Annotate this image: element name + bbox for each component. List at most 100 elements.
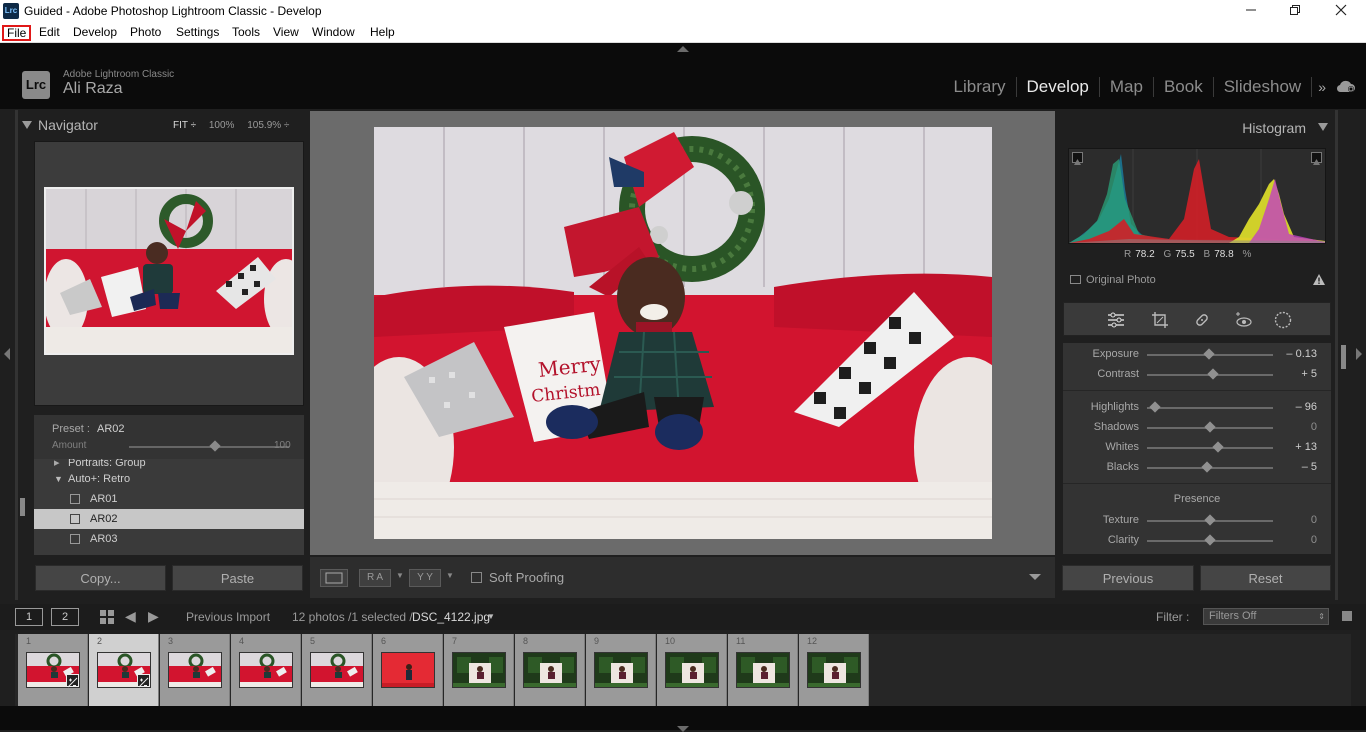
highlights-knob[interactable]	[1148, 401, 1161, 413]
blacks-slider-row[interactable]: Blacks – 5	[1063, 458, 1331, 476]
highlights-slider[interactable]	[1147, 401, 1273, 413]
menu-view[interactable]: View	[270, 25, 302, 41]
bottom-panel-toggle[interactable]	[0, 706, 1366, 732]
thumbnail-image[interactable]	[807, 652, 861, 688]
top-panel-toggle[interactable]	[0, 43, 1366, 57]
module-library[interactable]: Library	[944, 77, 1017, 97]
reset-button[interactable]: Reset	[1200, 565, 1331, 591]
zoom-100[interactable]: 100%	[209, 120, 235, 131]
menu-photo[interactable]: Photo	[127, 25, 164, 41]
shadows-slider[interactable]	[1147, 421, 1273, 433]
filmstrip-thumbnail[interactable]: 9	[586, 634, 656, 706]
right-panel-toggle-icon[interactable]	[1356, 348, 1362, 360]
preset-item-ar02[interactable]: AR02	[34, 509, 304, 529]
preset-group-retro[interactable]: ▼ Auto+: Retro	[34, 469, 304, 489]
warning-icon[interactable]	[1312, 273, 1326, 286]
menu-edit[interactable]: Edit	[36, 25, 63, 41]
preset-item-ar03[interactable]: AR03	[34, 529, 304, 549]
thumbnail-image[interactable]	[523, 652, 577, 688]
thumbnail-image[interactable]	[239, 652, 293, 688]
exposure-knob[interactable]	[1203, 348, 1215, 360]
previous-button[interactable]: Previous	[1062, 565, 1194, 591]
filmstrip-thumbnail[interactable]: 10	[657, 634, 727, 706]
menu-settings[interactable]: Settings	[173, 25, 222, 41]
zoom-fit[interactable]: FIT ÷	[173, 120, 196, 131]
filmstrip-thumbnail[interactable]: 7	[444, 634, 514, 706]
edit-sliders-icon[interactable]	[1107, 311, 1125, 329]
main-screen-button[interactable]: 1	[15, 608, 43, 626]
paste-button[interactable]: Paste	[172, 565, 303, 591]
chevron-down-icon[interactable]: ▼	[396, 571, 404, 580]
exposure-slider-row[interactable]: Exposure – 0.13	[1063, 345, 1331, 363]
menu-file[interactable]: File	[2, 25, 32, 41]
shadows-slider-row[interactable]: Shadows 0	[1063, 418, 1331, 436]
menu-tools[interactable]: Tools	[229, 25, 263, 41]
filter-switch-icon[interactable]	[1342, 611, 1352, 621]
restore-icon[interactable]	[1272, 0, 1318, 22]
left-scrollbar-thumb[interactable]	[20, 498, 25, 516]
before-after-button[interactable]: R A	[359, 569, 391, 587]
zoom-custom[interactable]: 105.9% ÷	[247, 120, 289, 131]
shadows-knob[interactable]	[1204, 421, 1216, 433]
red-eye-icon[interactable]	[1235, 311, 1253, 329]
original-photo-toggle[interactable]: Original Photo	[1070, 274, 1156, 286]
texture-slider-row[interactable]: Texture 0	[1063, 511, 1331, 529]
thumbnail-image[interactable]	[310, 652, 364, 688]
current-filename[interactable]: DSC_4122.jpg	[412, 610, 490, 624]
blacks-slider[interactable]	[1147, 461, 1273, 473]
texture-knob[interactable]	[1204, 514, 1216, 526]
thumbnail-image[interactable]	[168, 652, 222, 688]
module-map[interactable]: Map	[1100, 77, 1154, 97]
filter-dropdown[interactable]: Filters Off ⇕	[1203, 608, 1329, 625]
menu-help[interactable]: Help	[367, 25, 398, 41]
grid-view-icon[interactable]	[100, 610, 115, 628]
amount-slider-knob[interactable]	[208, 440, 221, 452]
filmstrip-thumbnail[interactable]: 3	[160, 634, 230, 706]
yy-view-button[interactable]: Y Y	[409, 569, 441, 587]
filmstrip-thumbnail[interactable]: 12	[799, 634, 869, 706]
histogram-header[interactable]: Histogram	[1062, 112, 1334, 140]
exposure-slider[interactable]	[1147, 348, 1273, 360]
highlight-clipping-icon[interactable]	[1311, 152, 1322, 165]
more-modules-icon[interactable]: »	[1312, 79, 1326, 95]
masking-icon[interactable]	[1274, 311, 1292, 329]
filmstrip-thumbnail[interactable]: 11	[728, 634, 798, 706]
chevron-down-icon[interactable]: ▼	[487, 612, 495, 621]
filmstrip-thumbnail[interactable]: 6	[373, 634, 443, 706]
module-slideshow[interactable]: Slideshow	[1214, 77, 1313, 97]
healing-icon[interactable]	[1193, 311, 1211, 329]
whites-slider[interactable]	[1147, 441, 1273, 453]
blacks-knob[interactable]	[1201, 461, 1214, 473]
thumbnail-image[interactable]	[381, 652, 435, 688]
thumbnail-image[interactable]	[736, 652, 790, 688]
filmstrip-thumbnail[interactable]: 5	[302, 634, 372, 706]
contrast-slider[interactable]	[1147, 368, 1273, 380]
histogram-graph[interactable]	[1068, 148, 1326, 244]
chevron-down-icon[interactable]: ▼	[446, 571, 454, 580]
thumbnail-image[interactable]	[452, 652, 506, 688]
source-label[interactable]: Previous Import	[186, 610, 270, 624]
whites-knob[interactable]	[1211, 441, 1224, 453]
minimize-icon[interactable]	[1228, 0, 1274, 22]
copy-button[interactable]: Copy...	[35, 565, 166, 591]
left-panel-toggle-icon[interactable]	[4, 348, 10, 360]
loupe-view-button[interactable]	[320, 569, 348, 587]
toolbar-menu-icon[interactable]	[1023, 568, 1047, 586]
secondary-screen-button[interactable]: 2	[51, 608, 79, 626]
contrast-knob[interactable]	[1206, 368, 1219, 380]
menu-develop[interactable]: Develop	[70, 25, 120, 41]
filmstrip-thumbnail[interactable]: 1	[18, 634, 88, 706]
shadow-clipping-icon[interactable]	[1072, 152, 1083, 165]
right-scrollbar-thumb[interactable]	[1341, 345, 1346, 369]
clarity-slider[interactable]	[1147, 534, 1273, 546]
chevron-down-icon[interactable]	[677, 726, 689, 732]
original-photo-checkbox[interactable]	[1070, 275, 1081, 284]
contrast-slider-row[interactable]: Contrast + 5	[1063, 365, 1331, 383]
collapse-triangle-icon[interactable]	[1318, 123, 1328, 131]
whites-slider-row[interactable]: Whites + 13	[1063, 438, 1331, 456]
menu-window[interactable]: Window	[309, 25, 358, 41]
thumbnail-image[interactable]	[594, 652, 648, 688]
texture-slider[interactable]	[1147, 514, 1273, 526]
module-book[interactable]: Book	[1154, 77, 1214, 97]
clarity-slider-row[interactable]: Clarity 0	[1063, 531, 1331, 549]
